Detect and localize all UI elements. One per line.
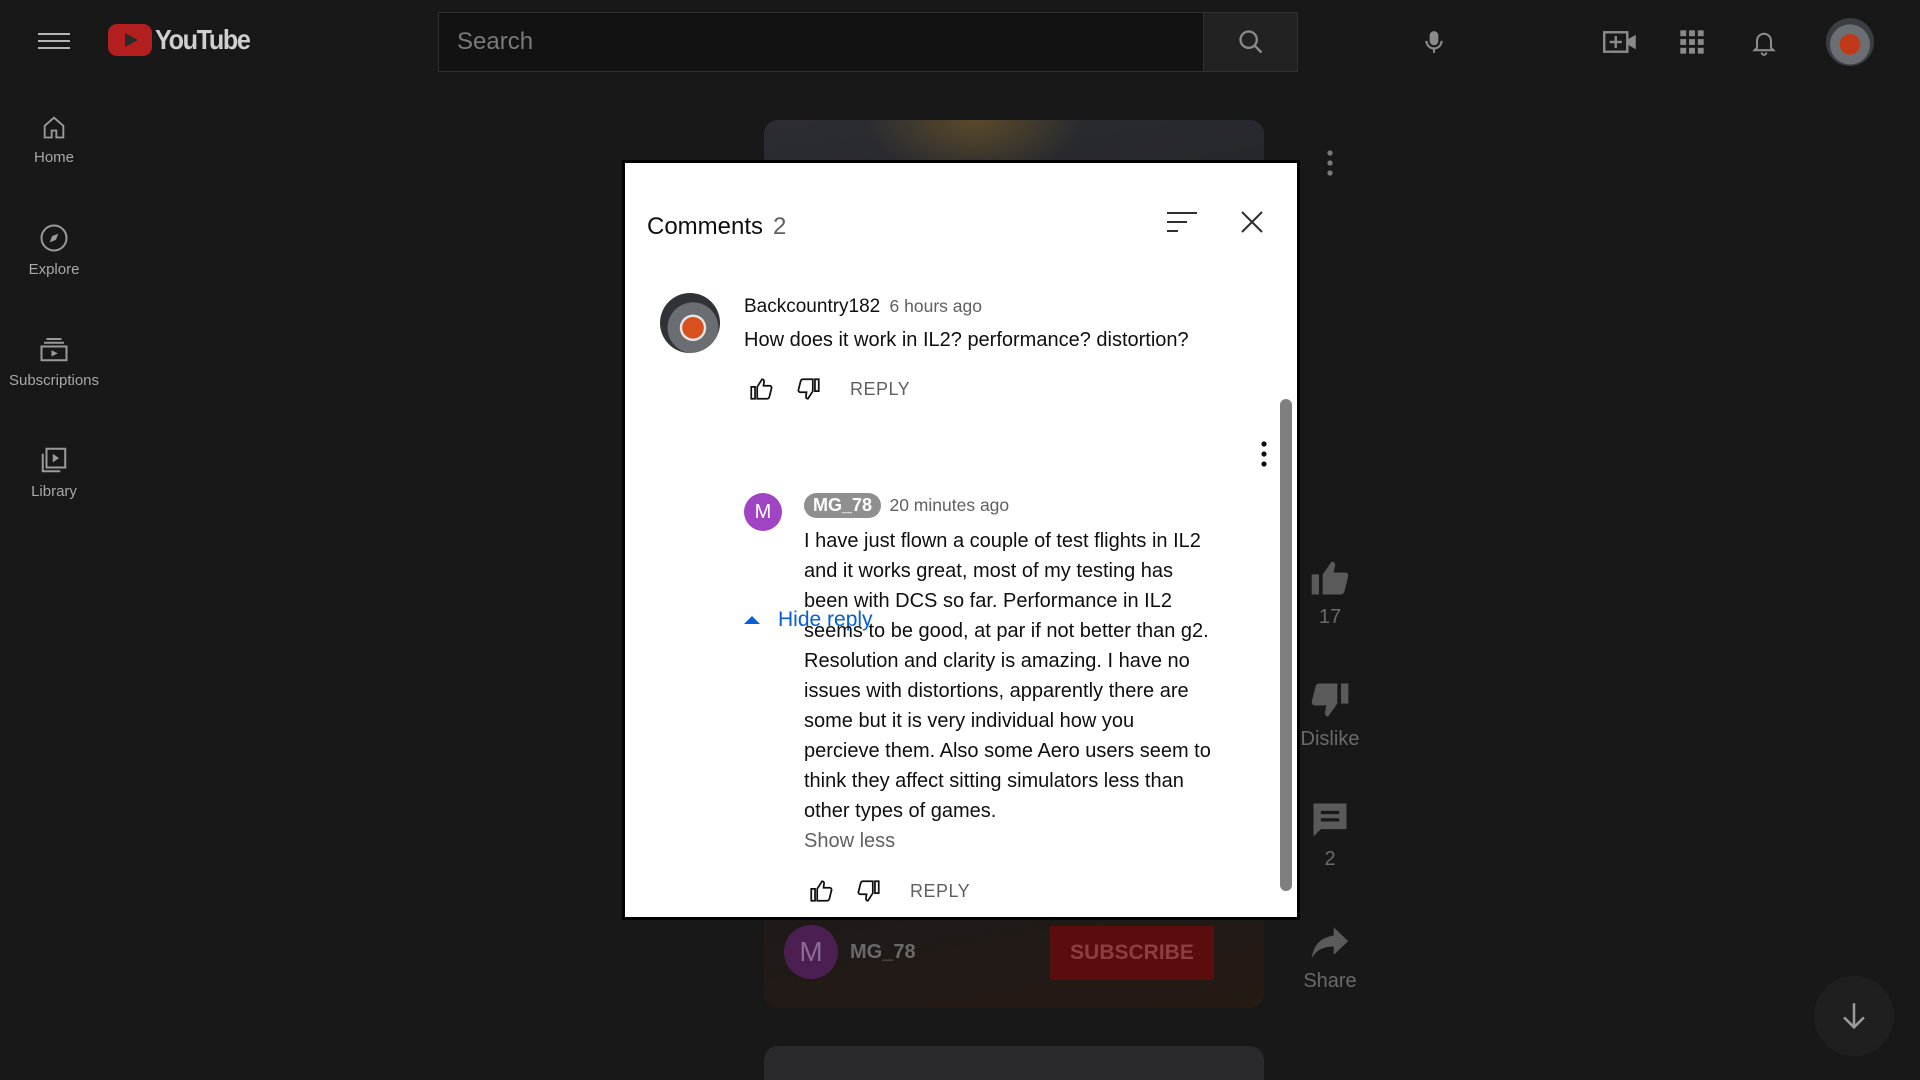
close-icon bbox=[1241, 211, 1263, 233]
reply-like-button[interactable] bbox=[804, 874, 838, 908]
channel-avatar[interactable]: M bbox=[784, 925, 838, 979]
sidebar-item-library[interactable]: Library bbox=[0, 417, 108, 528]
more-options-icon[interactable] bbox=[1326, 150, 1334, 181]
share-label: Share bbox=[1303, 970, 1357, 992]
sort-icon bbox=[1167, 212, 1197, 232]
like-count: 17 bbox=[1318, 606, 1342, 628]
comments-button[interactable]: 2 bbox=[1290, 798, 1370, 871]
apps-grid-icon bbox=[1680, 30, 1704, 54]
notifications-button[interactable] bbox=[1744, 22, 1784, 62]
thumbs-up-icon bbox=[750, 378, 773, 400]
sort-comments-button[interactable] bbox=[1165, 207, 1205, 243]
bell-icon bbox=[1752, 32, 1776, 56]
microphone-icon bbox=[1425, 31, 1443, 53]
reply-body: MG_78 20 minutes ago I have just flown a… bbox=[804, 493, 1214, 911]
search-icon bbox=[1238, 30, 1262, 54]
account-avatar[interactable] bbox=[1826, 18, 1874, 66]
search-bar bbox=[438, 12, 1298, 72]
library-icon bbox=[41, 447, 67, 473]
sidebar-item-explore[interactable]: Explore bbox=[0, 195, 108, 306]
sidebar-item-label: Library bbox=[31, 483, 77, 500]
sidebar-item-label: Subscriptions bbox=[8, 372, 100, 389]
sidebar-item-label: Explore bbox=[28, 261, 80, 278]
caret-up-icon bbox=[744, 616, 760, 624]
subscriptions-icon bbox=[40, 338, 68, 362]
youtube-logo[interactable]: YouTube bbox=[108, 24, 260, 56]
comment-count: 2 bbox=[1324, 848, 1336, 870]
subscribe-button[interactable]: SUBSCRIBE bbox=[1050, 926, 1214, 980]
show-less-button[interactable]: Show less bbox=[804, 830, 1214, 853]
video-plus-icon bbox=[1603, 31, 1636, 53]
sidebar: Home Explore Subscriptions Library bbox=[0, 84, 108, 528]
share-icon bbox=[1311, 927, 1349, 959]
comment-reply-button[interactable]: REPLY bbox=[850, 379, 910, 400]
top-bar: YouTube bbox=[0, 0, 1920, 84]
comment-actions: REPLY bbox=[744, 369, 1244, 409]
thumbs-down-icon bbox=[857, 880, 880, 902]
thumbs-down-icon bbox=[1311, 683, 1349, 717]
comments-title-text: Comments bbox=[647, 213, 764, 240]
commenter-avatar[interactable] bbox=[660, 293, 720, 353]
compass-icon bbox=[40, 224, 68, 252]
search-input[interactable] bbox=[439, 13, 1203, 71]
comment-meta: Backcountry182 6 hours ago bbox=[744, 293, 1244, 319]
scroll-down-button[interactable] bbox=[1814, 976, 1894, 1056]
channel-row: M MG_78 SUBSCRIBE bbox=[784, 922, 1244, 982]
close-button[interactable] bbox=[1237, 207, 1273, 243]
arrow-down-icon bbox=[1843, 1003, 1865, 1030]
sidebar-item-subscriptions[interactable]: Subscriptions bbox=[0, 306, 108, 417]
comment-text: How does it work in IL2? performance? di… bbox=[744, 329, 1189, 351]
apps-button[interactable] bbox=[1672, 22, 1712, 62]
comments-scrollbar[interactable] bbox=[1280, 399, 1292, 891]
thumbs-up-icon bbox=[1311, 561, 1349, 595]
comment-like-button[interactable] bbox=[744, 372, 778, 406]
youtube-play-icon bbox=[108, 24, 152, 56]
reply-author-badge[interactable]: MG_78 bbox=[804, 493, 882, 518]
reply-avatar[interactable]: M bbox=[744, 493, 782, 531]
reply-actions: REPLY bbox=[804, 871, 1214, 911]
comment-body: Backcountry182 6 hours ago How does it w… bbox=[744, 293, 1244, 409]
reply-dislike-button[interactable] bbox=[852, 874, 886, 908]
thumbs-down-icon bbox=[797, 378, 820, 400]
sidebar-item-home[interactable]: Home bbox=[0, 84, 108, 195]
like-button[interactable]: 17 bbox=[1290, 556, 1370, 629]
reply-text: I have just flown a couple of test fligh… bbox=[804, 530, 1211, 822]
comment-time[interactable]: 6 hours ago bbox=[890, 296, 982, 316]
reply-time[interactable]: 20 minutes ago bbox=[889, 495, 1009, 515]
thumbs-up-icon bbox=[810, 880, 833, 902]
home-icon bbox=[43, 116, 65, 139]
comment-dislike-button[interactable] bbox=[792, 372, 826, 406]
comments-dialog: Comments 2 Backcountry182 6 hours ago How… bbox=[622, 160, 1300, 920]
comment-author[interactable]: Backcountry182 bbox=[744, 296, 880, 317]
logo-text: YouTube bbox=[155, 24, 251, 55]
comments-title: Comments 2 bbox=[647, 213, 786, 241]
comment-icon bbox=[1313, 803, 1347, 837]
sidebar-item-label: Home bbox=[33, 149, 74, 166]
menu-icon[interactable] bbox=[38, 28, 70, 56]
voice-search-button[interactable] bbox=[1412, 20, 1456, 64]
next-video-card[interactable] bbox=[764, 1046, 1264, 1080]
comments-count: 2 bbox=[773, 213, 787, 240]
reply-meta: MG_78 20 minutes ago bbox=[804, 493, 1214, 518]
create-video-button[interactable] bbox=[1600, 22, 1640, 62]
search-button[interactable] bbox=[1203, 13, 1297, 71]
channel-name[interactable]: MG_78 bbox=[850, 941, 916, 964]
comments-header: Comments 2 bbox=[625, 163, 1297, 253]
dislike-button[interactable]: Dislike bbox=[1290, 678, 1370, 751]
dislike-label: Dislike bbox=[1300, 728, 1360, 750]
reply-reply-button[interactable]: REPLY bbox=[910, 881, 970, 902]
share-button[interactable]: Share bbox=[1290, 920, 1370, 993]
